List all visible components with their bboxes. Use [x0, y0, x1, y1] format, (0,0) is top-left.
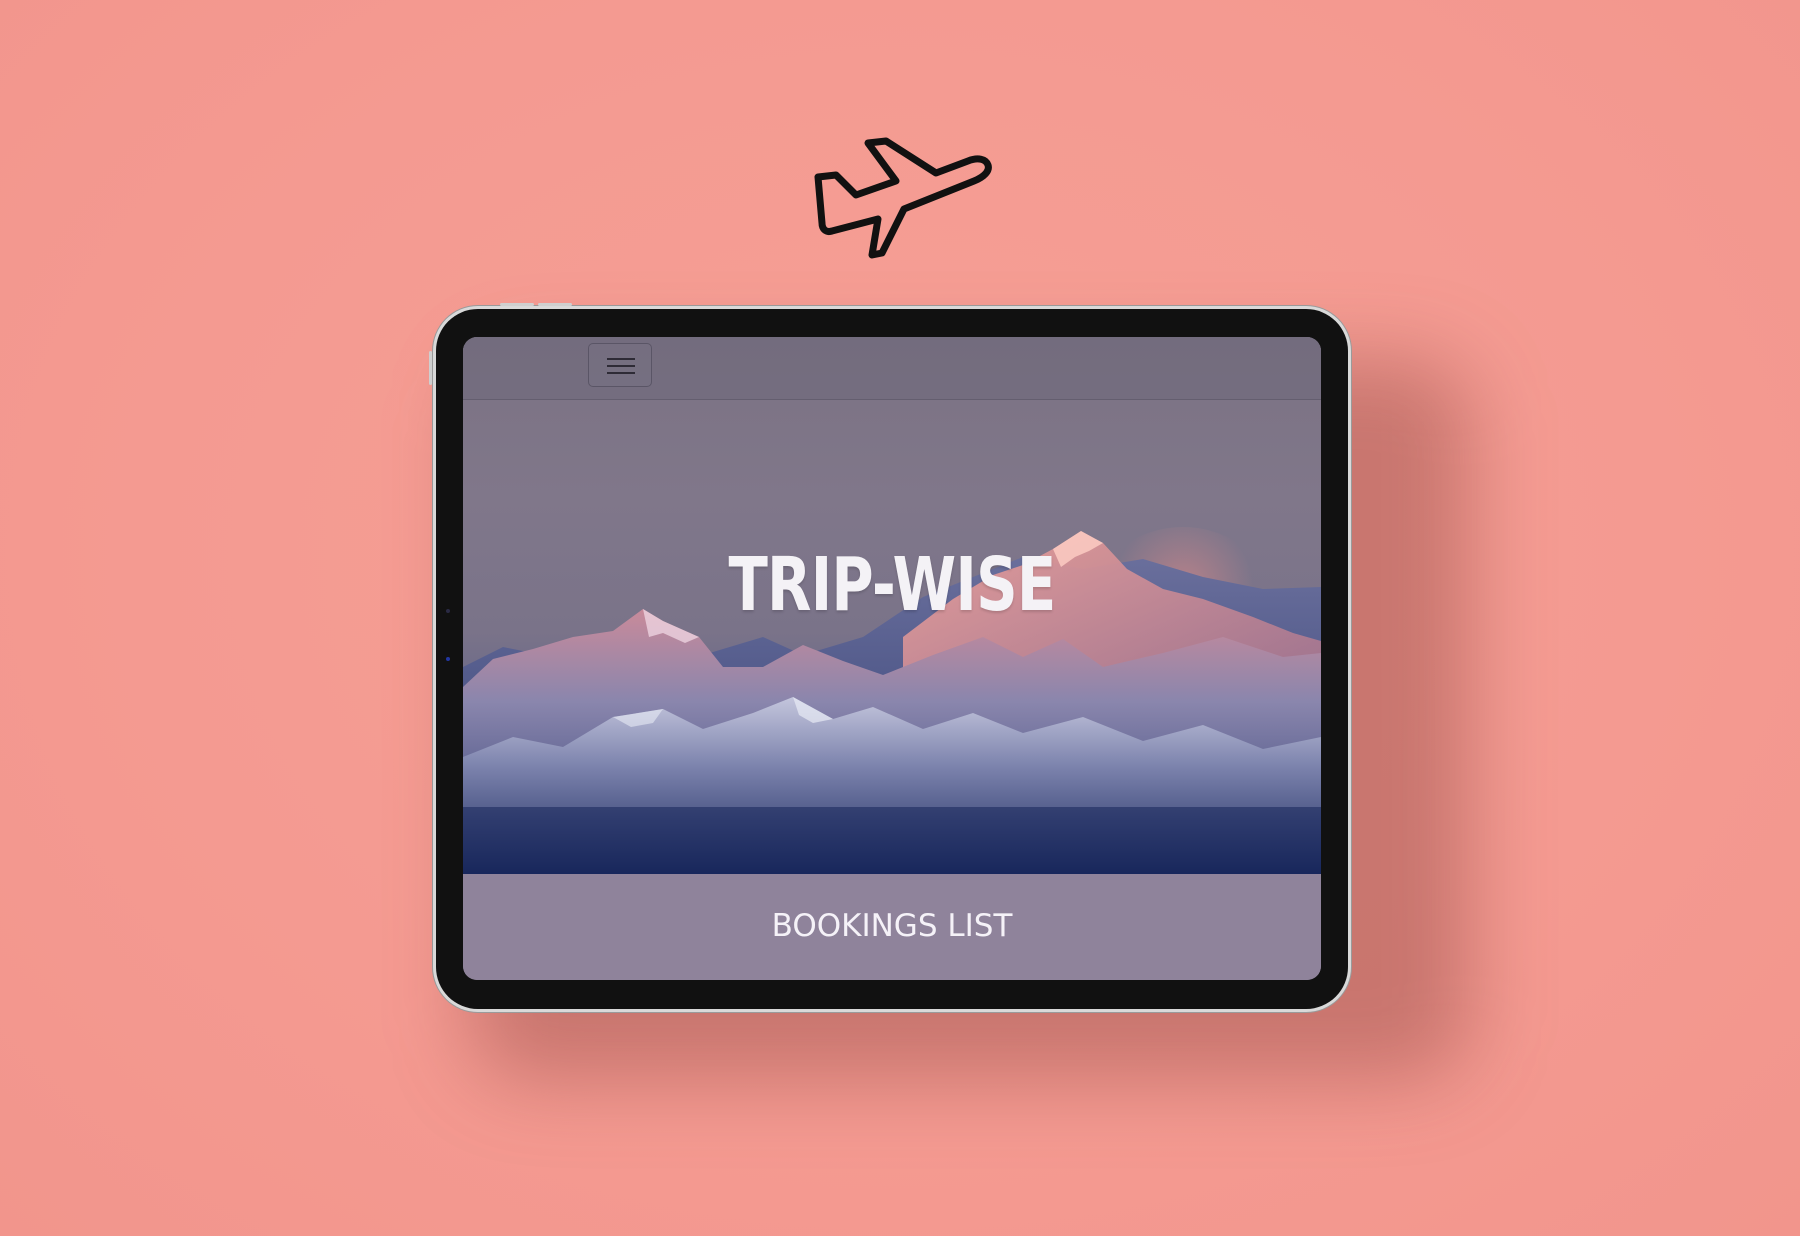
hamburger-menu-icon-bar [607, 372, 635, 374]
menu-toggle-button[interactable] [588, 343, 652, 387]
device-camera [446, 657, 450, 661]
top-navbar [463, 337, 1321, 400]
airplane-takeoff-icon [814, 137, 992, 259]
device-top-button-right [538, 303, 572, 306]
background: TRIP-WISE BOOKINGS LIST [0, 0, 1800, 1236]
bookings-list-label: BOOKINGS LIST [771, 908, 1013, 944]
bookings-list-link[interactable]: BOOKINGS LIST [463, 874, 1321, 980]
device-side-button [429, 351, 432, 385]
brand-title: TRIP-WISE [728, 542, 1056, 628]
hamburger-menu-icon-bar [607, 365, 635, 367]
app-screen: TRIP-WISE BOOKINGS LIST [463, 337, 1321, 980]
device-top-button-left [500, 303, 534, 306]
tablet-device: TRIP-WISE BOOKINGS LIST [429, 303, 1348, 1009]
device-sensor [446, 609, 450, 613]
hero-banner: TRIP-WISE [463, 337, 1321, 874]
hamburger-menu-icon [607, 358, 635, 360]
